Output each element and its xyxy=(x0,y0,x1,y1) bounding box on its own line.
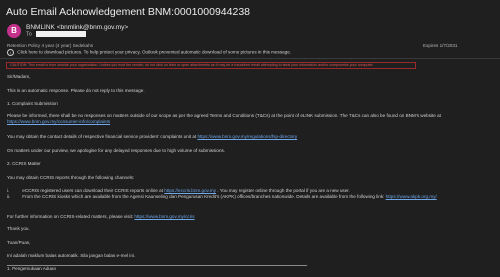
header-divider xyxy=(0,58,500,59)
greeting: Sir/Madam, xyxy=(7,74,31,79)
section-complaint-submission: 1. Complaint Submission xyxy=(7,101,58,106)
retention-policy: Retention Policy 4 year (4 year) Sedekah… xyxy=(7,43,93,48)
fsp-directory-link[interactable]: https://www.bnm.gov.my/regulations/fsp-d… xyxy=(197,134,297,139)
external-caution-banner: CAUTION: This email is from outside your… xyxy=(6,62,416,69)
delay-apology: On matters under our purview, we apologi… xyxy=(7,148,226,153)
ccris-channel-kiosk: ii. From the CCRIS kiosks which are avai… xyxy=(7,194,437,199)
greeting-malay: Tuan/Puan, xyxy=(7,240,31,245)
ccris-info-link[interactable]: https://www.bnm.gov.my/ccris xyxy=(134,214,194,219)
recipient-row: To xyxy=(26,31,87,38)
fsp-paragraph: You may obtain the contact details of re… xyxy=(7,134,298,139)
thank-you: Thank you. xyxy=(7,226,30,231)
retention-label: Retention Policy 4 year (4 year) Sedekah… xyxy=(7,43,94,48)
to-label: To xyxy=(26,31,32,38)
email-subject: Auto Email Acknowledgement BNM:000100094… xyxy=(6,6,250,18)
expires-date: Expires 1/7/2031 xyxy=(423,43,458,48)
ccris-channels-intro: You may obtain CCRIS reports through the… xyxy=(7,175,135,180)
complaint-paragraph: Please be informed, there shall be no re… xyxy=(7,113,441,124)
auto-notice: This is an automatic response. Please do… xyxy=(7,88,145,93)
ccris-further-info: For further information on CCRIS-related… xyxy=(7,214,195,219)
section-complaint-malay: 1. Pengemukaan Aduan xyxy=(7,266,57,271)
eccris-link[interactable]: https://eccris.bnm.gov.my xyxy=(164,188,216,193)
akpk-link[interactable]: https://www.akpk.org.my/ xyxy=(386,194,437,199)
sender-avatar[interactable]: B xyxy=(7,24,21,38)
info-icon: i xyxy=(7,49,14,56)
complaints-link[interactable]: https://www.bnm.gov.my/consumer-info/com… xyxy=(7,119,110,124)
sender-address[interactable]: BNMLINK <bnmlink@bnm.gov.my> xyxy=(26,24,128,31)
auto-notice-malay: Ini adalah maklum balas automatik. Sila … xyxy=(7,253,136,258)
download-pictures-bar[interactable]: i Click here to download pictures. To he… xyxy=(7,49,291,56)
section-ccris: 2. CCRIS Matter xyxy=(7,161,41,166)
download-pictures-text[interactable]: Click here to download pictures. To help… xyxy=(17,50,291,55)
redacted-recipient xyxy=(36,31,87,37)
